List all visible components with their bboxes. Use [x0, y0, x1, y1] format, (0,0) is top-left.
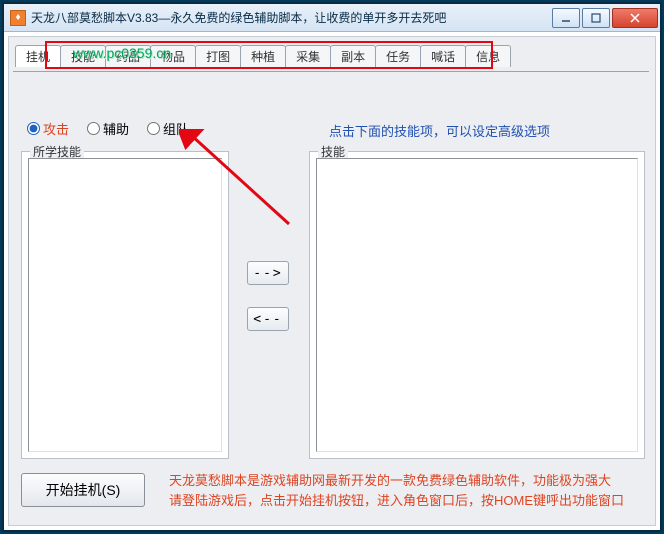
tab-item[interactable]: 物品: [150, 45, 196, 67]
maximize-button[interactable]: [582, 8, 610, 28]
tab-bar: 挂机 技能 药品 物品 打图 种植 采集 副本 任务 喊话 信息: [15, 43, 649, 67]
radio-assist[interactable]: 辅助: [87, 119, 129, 138]
skill-list[interactable]: [316, 158, 638, 452]
tab-collect[interactable]: 采集: [285, 45, 331, 67]
groupbox-skills: 技能: [309, 151, 645, 459]
radio-team[interactable]: 组队: [147, 119, 189, 138]
tab-drug[interactable]: 药品: [105, 45, 151, 67]
tab-map[interactable]: 打图: [195, 45, 241, 67]
groupbox-learned-skills: 所学技能: [21, 151, 229, 459]
tab-quest[interactable]: 任务: [375, 45, 421, 67]
footer-text: 天龙莫愁脚本是游戏辅助网最新开发的一款免费绿色辅助软件，功能极为强大 请登陆游戏…: [169, 471, 645, 511]
mode-radios: 攻击 辅助 组队: [27, 119, 189, 138]
start-button[interactable]: 开始挂机(S): [21, 473, 145, 507]
tab-dungeon[interactable]: 副本: [330, 45, 376, 67]
move-left-button[interactable]: <--: [247, 307, 289, 331]
tab-info[interactable]: 信息: [465, 45, 511, 67]
tab-plant[interactable]: 种植: [240, 45, 286, 67]
footer-line2: 请登陆游戏后，点击开始挂机按钮，进入角色窗口后，按HOME键呼出功能窗口: [169, 491, 645, 511]
learned-skill-list[interactable]: [28, 158, 222, 452]
app-icon: ♦: [10, 10, 26, 26]
move-right-button[interactable]: -->: [247, 261, 289, 285]
minimize-button[interactable]: [552, 8, 580, 28]
hint-text: 点击下面的技能项，可以设定高级选项: [329, 121, 550, 140]
tab-skill[interactable]: 技能: [60, 45, 106, 67]
radio-attack[interactable]: 攻击: [27, 119, 69, 138]
window-title: 天龙八部莫愁脚本V3.83—永久免费的绿色辅助脚本，让收费的单开多开去死吧: [31, 9, 550, 26]
tab-shout[interactable]: 喊话: [420, 45, 466, 67]
close-button[interactable]: [612, 8, 658, 28]
tab-hang[interactable]: 挂机: [15, 45, 61, 67]
footer-line1: 天龙莫愁脚本是游戏辅助网最新开发的一款免费绿色辅助软件，功能极为强大: [169, 471, 645, 491]
